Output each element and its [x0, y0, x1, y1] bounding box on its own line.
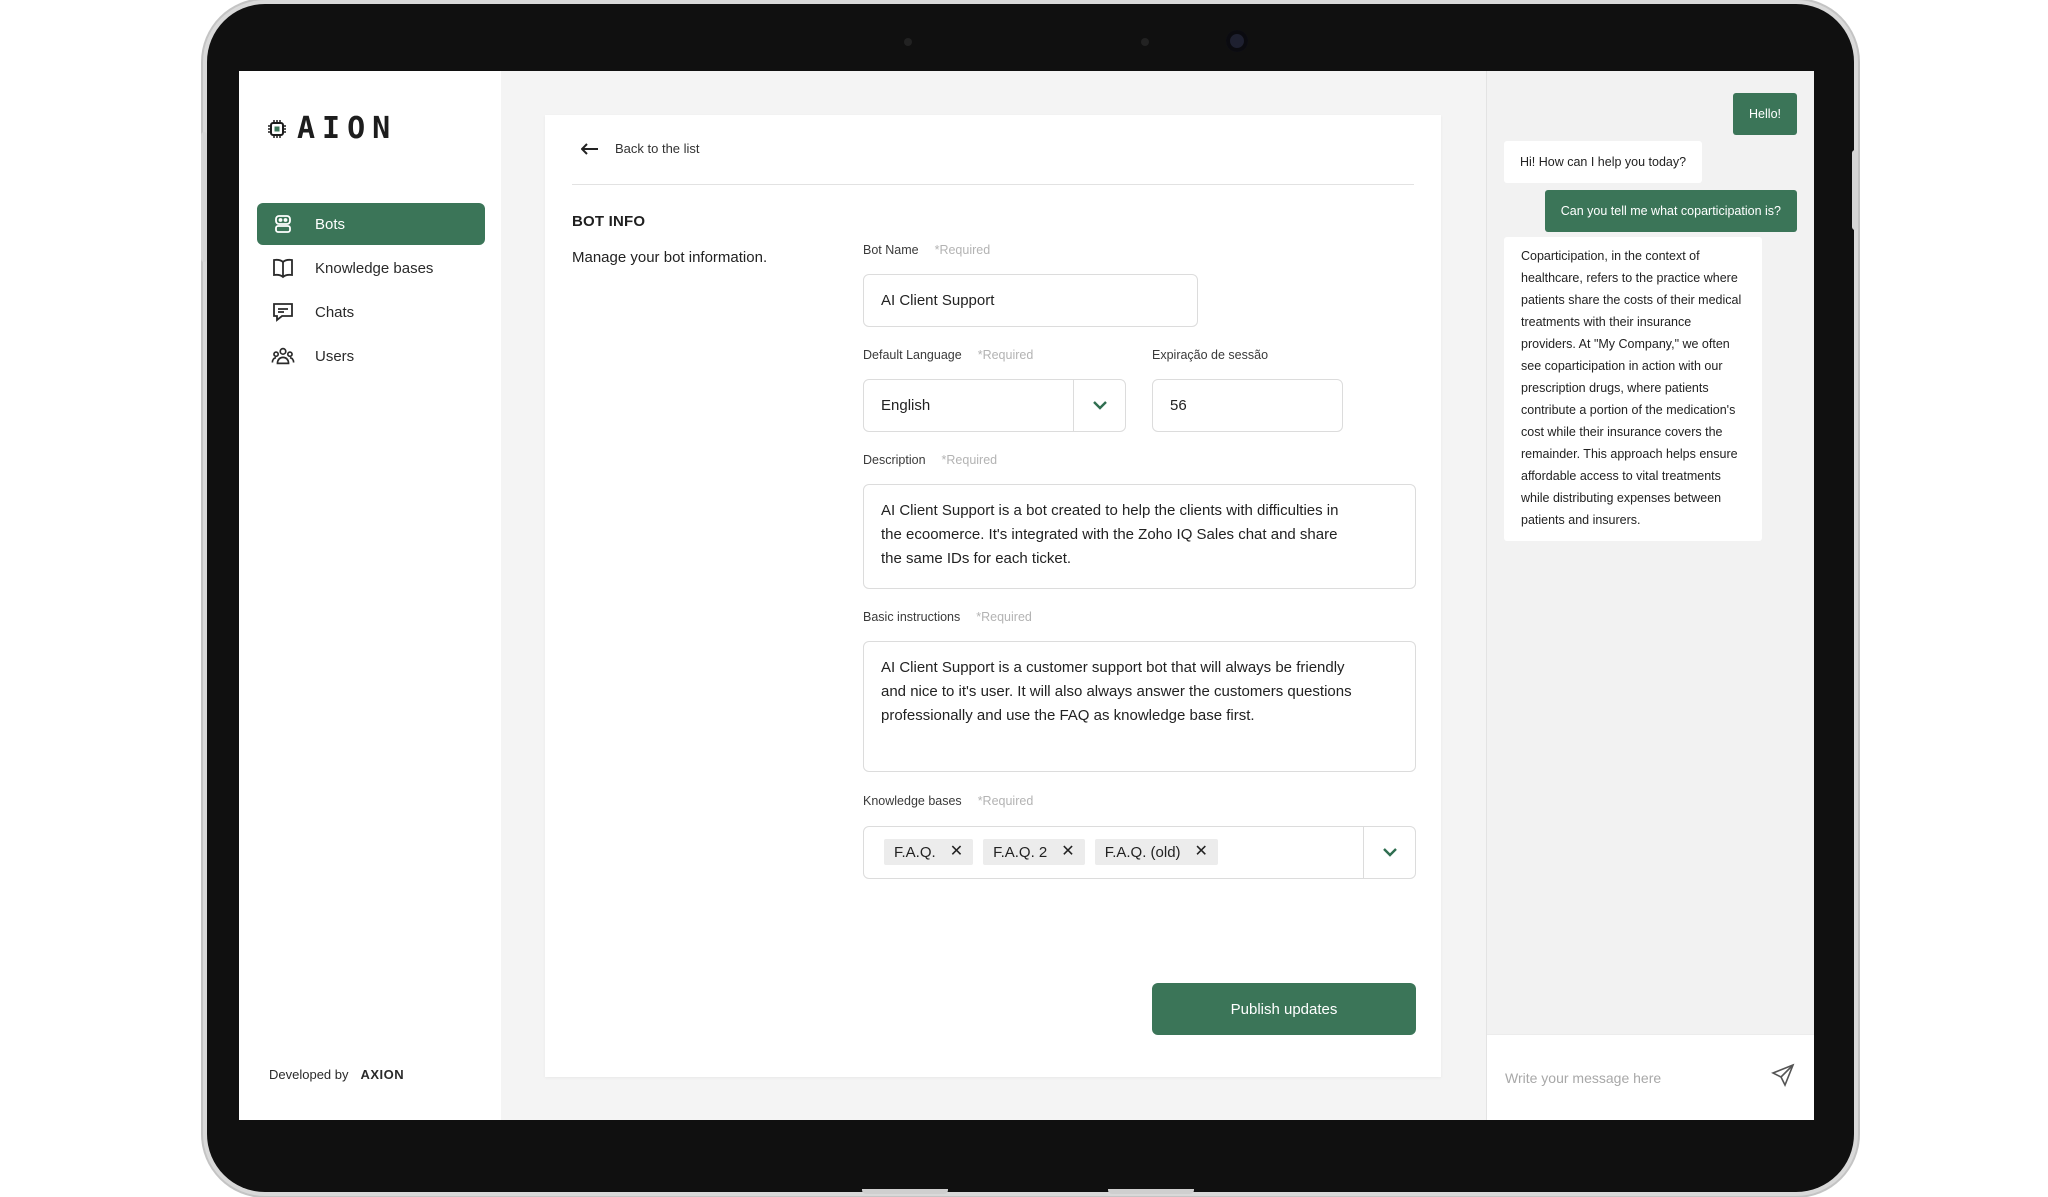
chat-message-input[interactable] [1505, 1069, 1770, 1086]
tag-chip: F.A.Q. (old) ✕ [1094, 839, 1218, 865]
chat-message-bot: Coparticipation, in the context of healt… [1504, 237, 1762, 541]
close-icon[interactable]: ✕ [950, 844, 963, 860]
tag-chip: F.A.Q. 2 ✕ [983, 839, 1085, 865]
bot-info-card: Back to the list BOT INFO Manage your bo… [545, 115, 1441, 1077]
book-icon [271, 256, 295, 280]
side-button [1852, 150, 1858, 230]
chevron-down-icon[interactable] [1363, 827, 1415, 878]
label-text: Bot Name [863, 243, 919, 257]
tag-label: F.A.Q. [894, 843, 936, 861]
developed-by: Developed by AXION [269, 1067, 404, 1082]
developer-logo: AXION [360, 1067, 405, 1082]
close-icon[interactable]: ✕ [1195, 844, 1208, 860]
label-text: Knowledge bases [863, 794, 962, 808]
camera-icon [1226, 30, 1248, 52]
arrow-left-icon [581, 142, 598, 155]
chat-preview-panel: Hello! Hi! How can I help you today? Can… [1486, 71, 1814, 1120]
sidebar-item-label: Bots [315, 215, 346, 233]
chat-message-bot: Hi! How can I help you today? [1504, 141, 1703, 183]
sidebar-item-knowledge-bases[interactable]: Knowledge bases [257, 247, 485, 289]
sidebar-item-label: Users [315, 347, 355, 365]
sidebar-item-users[interactable]: Users [257, 335, 485, 377]
description-value: AI Client Support is a bot created to he… [881, 502, 1339, 567]
side-button [201, 132, 207, 262]
developed-by-text: Developed by [269, 1067, 349, 1082]
default-language-select[interactable]: English [863, 379, 1126, 432]
default-language-label: Default Language *Required [863, 348, 1033, 362]
logo: AION [267, 111, 397, 146]
sidebar-item-label: Chats [315, 303, 355, 321]
label-text: Default Language [863, 348, 962, 362]
sidebar-item-chats[interactable]: Chats [257, 291, 485, 333]
sidebar: AION Bots Knowledge bases Chats Users De… [239, 71, 501, 1120]
required-hint: *Required [977, 348, 1034, 362]
bot-name-field[interactable]: AI Client Support [863, 274, 1198, 327]
required-hint: *Required [976, 610, 1032, 624]
session-expiration-field[interactable]: 56 [1152, 379, 1343, 432]
label-text: Basic instructions [863, 610, 961, 624]
default-language-value: English [881, 397, 931, 414]
sidebar-nav: Bots Knowledge bases Chats Users [257, 203, 485, 379]
basic-instructions-textarea[interactable]: AI Client Support is a customer support … [863, 641, 1416, 772]
sensor-dot [1141, 38, 1149, 46]
app-screen: AION Bots Knowledge bases Chats Users De… [239, 71, 1814, 1120]
logo-text: AION [297, 111, 398, 146]
bot-icon [271, 212, 295, 236]
sidebar-item-label: Knowledge bases [315, 259, 434, 277]
divider [572, 184, 1414, 185]
section-subtitle: Manage your bot information. [572, 249, 768, 266]
knowledge-bases-label: Knowledge bases *Required [863, 794, 1033, 808]
chat-message-user: Hello! [1733, 93, 1797, 135]
close-icon[interactable]: ✕ [1061, 844, 1074, 860]
sensor-dot [904, 38, 912, 46]
description-label: Description *Required [863, 453, 997, 467]
send-icon[interactable] [1770, 1062, 1796, 1093]
description-textarea[interactable]: AI Client Support is a bot created to he… [863, 484, 1416, 589]
required-hint: *Required [941, 453, 998, 467]
publish-updates-button[interactable]: Publish updates [1152, 983, 1416, 1035]
chat-input-bar [1487, 1034, 1814, 1120]
basic-instructions-value: AI Client Support is a customer support … [881, 659, 1352, 724]
chevron-down-icon[interactable] [1073, 380, 1125, 431]
back-label: Back to the list [615, 141, 700, 156]
bot-name-label: Bot Name *Required [863, 243, 990, 257]
section-title: BOT INFO [572, 213, 646, 230]
sidebar-item-bots[interactable]: Bots [257, 203, 485, 245]
knowledge-bases-multiselect[interactable]: F.A.Q. ✕ F.A.Q. 2 ✕ F.A.Q. (old) ✕ [863, 826, 1416, 879]
back-link[interactable]: Back to the list [581, 141, 700, 156]
label-text: Description [863, 453, 926, 467]
session-expiration-value: 56 [1170, 397, 1187, 414]
tag-label: F.A.Q. (old) [1104, 843, 1181, 861]
required-hint: *Required [977, 794, 1034, 808]
bottom-tab [1108, 1189, 1194, 1194]
basic-instructions-label: Basic instructions *Required [863, 610, 1032, 624]
tag-list: F.A.Q. ✕ F.A.Q. 2 ✕ F.A.Q. (old) ✕ [884, 839, 1218, 865]
chat-message-user: Can you tell me what coparticipation is? [1544, 190, 1797, 232]
bot-name-value: AI Client Support [881, 292, 995, 309]
tag-chip: F.A.Q. ✕ [884, 839, 974, 865]
session-expiration-label: Expiração de sessão [1152, 348, 1269, 362]
tag-label: F.A.Q. 2 [993, 843, 1048, 861]
chat-bubble-icon [271, 300, 295, 324]
bottom-tab [862, 1189, 948, 1194]
users-icon [271, 344, 295, 368]
required-hint: *Required [934, 243, 991, 257]
chip-icon [268, 119, 286, 138]
